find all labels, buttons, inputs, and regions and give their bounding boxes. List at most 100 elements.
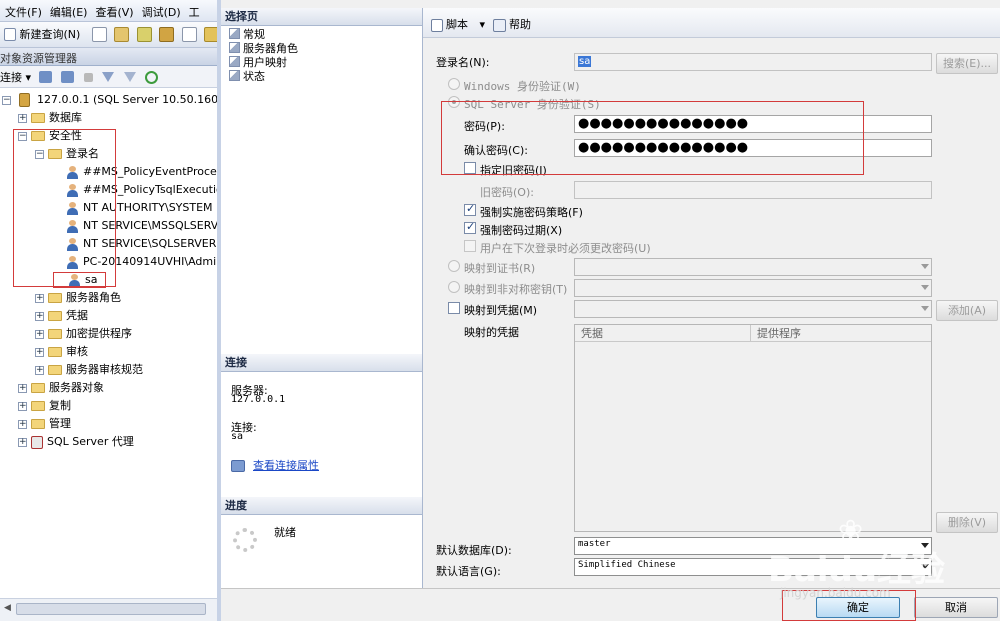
folder-icon (48, 311, 62, 321)
horizontal-scrollbar[interactable]: ◀ (0, 598, 222, 621)
folder-icon (48, 329, 62, 339)
new-query-icon (4, 27, 16, 41)
refresh-icon[interactable] (145, 70, 159, 84)
tree-node-replication[interactable]: + 复制 (18, 397, 71, 415)
collapse-icon[interactable]: − (2, 95, 11, 105)
map-asym-radio[interactable] (448, 281, 460, 293)
folder-icon (48, 347, 62, 357)
dmx-query-icon[interactable] (159, 26, 175, 42)
new-query-button[interactable]: 新建查询(N) (4, 26, 80, 42)
filter-icon[interactable] (102, 72, 115, 82)
enforce-expiration-label: 强制密码过期(X) (480, 224, 563, 237)
must-change-label: 用户在下次登录时必须更改密码(U) (480, 242, 651, 255)
enforce-expiration-checkbox[interactable] (464, 220, 476, 234)
expand-icon[interactable]: + (35, 311, 44, 321)
menu-view[interactable]: 查看(V) (90, 0, 136, 20)
connect-button[interactable]: 连接 ▾ (0, 71, 31, 84)
menu-edit[interactable]: 编辑(E) (45, 0, 91, 20)
add-credential-button[interactable]: 添加(A) (936, 300, 998, 321)
object-explorer-title: 对象资源管理器 (0, 48, 222, 66)
folder-icon (48, 365, 62, 375)
scroll-thumb[interactable] (16, 603, 206, 615)
tree-node-server-objects[interactable]: + 服务器对象 (18, 379, 104, 397)
progress-status: 就绪 (274, 526, 296, 539)
menu-debug[interactable]: 调试(D) (137, 0, 184, 20)
map-credential-combo[interactable] (574, 300, 932, 318)
expand-icon[interactable]: + (18, 401, 27, 411)
tree-node-credentials[interactable]: + 凭据 (35, 307, 88, 325)
folder-icon (31, 383, 45, 393)
open-file-icon[interactable] (91, 26, 107, 42)
page-general[interactable]: 常规 (221, 28, 422, 42)
annotation-box-password (441, 101, 864, 175)
stop-icon[interactable] (83, 72, 93, 82)
filter-clear-icon[interactable] (123, 72, 136, 82)
script-button[interactable]: 脚本 ▾ (431, 16, 485, 32)
old-password-field[interactable] (574, 181, 932, 199)
tree-node-agent[interactable]: + SQL Server 代理 (18, 433, 134, 451)
connection-server-value: 127.0.0.1 (231, 394, 286, 405)
default-db-label: 默认数据库(D): (436, 544, 512, 557)
folder-icon (31, 419, 45, 429)
search-button[interactable]: 搜索(E)... (936, 53, 998, 74)
connect-icon[interactable] (38, 71, 52, 83)
mdx-query-icon[interactable] (136, 26, 152, 42)
tree-node-management[interactable]: + 管理 (18, 415, 71, 433)
map-cert-radio[interactable] (448, 260, 460, 272)
page-user-mapping[interactable]: 用户映射 (221, 56, 422, 70)
expand-icon[interactable]: + (35, 329, 44, 339)
annotation-box-security (13, 129, 116, 287)
expand-icon[interactable]: + (18, 419, 27, 429)
expand-icon[interactable]: + (18, 437, 27, 447)
object-explorer-tree: − 127.0.0.1 (SQL Server 10.50.1600 - + 数据… (0, 88, 222, 598)
menu-bar: 文件(F) 编辑(E) 查看(V) 调试(D) 工 (0, 0, 222, 22)
disconnect-icon[interactable] (61, 71, 75, 83)
enforce-policy-checkbox[interactable] (464, 202, 476, 216)
db-query-icon[interactable] (114, 26, 130, 42)
tree-node-server[interactable]: − 127.0.0.1 (SQL Server 10.50.1600 - (2, 91, 222, 109)
connection-conn-value: sa (231, 431, 244, 442)
expand-icon[interactable]: + (18, 113, 27, 123)
grid-col-provider[interactable]: 提供程序 (751, 325, 931, 342)
menu-file[interactable]: 文件(F) (0, 0, 45, 20)
mapped-credentials-grid[interactable]: 凭据 提供程序 (574, 324, 932, 532)
login-name-field[interactable]: sa (574, 53, 932, 71)
map-cert-combo[interactable] (574, 258, 932, 276)
page-icon (229, 42, 240, 53)
expand-icon[interactable]: + (35, 365, 44, 375)
folder-icon (48, 293, 62, 303)
help-button[interactable]: 帮助 (493, 16, 531, 32)
map-credential-checkbox[interactable] (448, 302, 460, 314)
grid-col-credential[interactable]: 凭据 (575, 325, 751, 342)
tree-node-audit-specs[interactable]: + 服务器审核规范 (35, 361, 143, 379)
tree-node-databases[interactable]: + 数据库 (18, 109, 82, 127)
page-icon (229, 56, 240, 67)
script-icon (431, 18, 443, 32)
expand-icon[interactable]: + (35, 347, 44, 357)
dropdown-arrow-icon (921, 285, 929, 290)
expand-icon[interactable]: + (35, 293, 44, 303)
dropdown-arrow-icon (921, 264, 929, 269)
map-asym-combo[interactable] (574, 279, 932, 297)
annotation-box-sa (53, 272, 106, 288)
view-connection-properties[interactable]: 查看连接属性 (231, 457, 319, 473)
tree-node-server-roles[interactable]: + 服务器角色 (35, 289, 121, 307)
main-toolbar: 新建查询(N) (0, 22, 222, 48)
must-change-checkbox[interactable] (464, 240, 476, 252)
menu-tools[interactable]: 工 (184, 0, 203, 20)
xmla-query-icon[interactable] (181, 26, 197, 42)
map-asym-label: 映射到非对称密钥(T) (464, 283, 568, 296)
page-server-roles[interactable]: 服务器角色 (221, 42, 422, 56)
windows-auth-label: Windows 身份验证(W) (464, 80, 581, 93)
page-status[interactable]: 状态 (221, 70, 422, 84)
folder-icon (31, 401, 45, 411)
progress-header: 进度 (221, 497, 422, 515)
enforce-policy-label: 强制实施密码策略(F) (480, 206, 583, 219)
scroll-left-icon[interactable]: ◀ (4, 603, 11, 613)
expand-icon[interactable]: + (18, 383, 27, 393)
tree-node-crypto-providers[interactable]: + 加密提供程序 (35, 325, 132, 343)
windows-auth-radio[interactable] (448, 78, 460, 90)
object-explorer-toolbar: 连接 ▾ (0, 66, 222, 88)
tree-node-audits[interactable]: + 审核 (35, 343, 88, 361)
default-lang-label: 默认语言(G): (436, 565, 501, 578)
